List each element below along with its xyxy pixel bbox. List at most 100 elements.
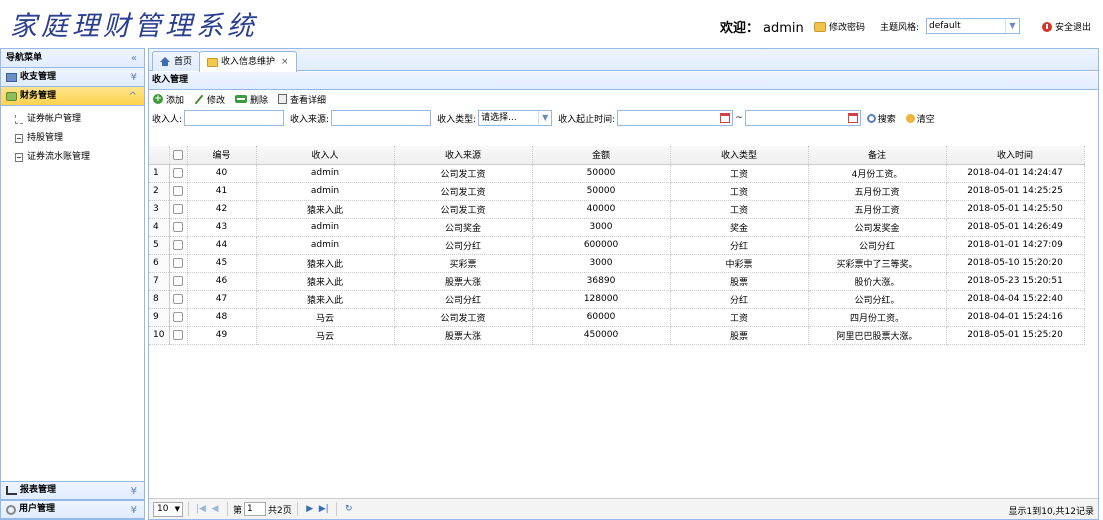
sidebar-section-income-expense[interactable]: 收支管理 ¥: [1, 68, 144, 87]
row-select-cell[interactable]: [169, 236, 188, 255]
column-header[interactable]: 收入人: [256, 146, 395, 165]
row-select-cell[interactable]: [169, 326, 188, 345]
sidebar-section-label: 报表管理: [20, 485, 57, 495]
change-password-link[interactable]: 修改密码: [814, 20, 865, 33]
table-row[interactable]: 5 44 admin 公司分红 600000 分红 公司分红 2018-01-01 14:27…: [149, 236, 1085, 255]
income-grid: 编号 收入人 收入来源 金额 收入类型 备注 收入时间 1 40 admin 公司发工…: [149, 146, 1098, 345]
row-checkbox[interactable]: [173, 203, 183, 214]
username: admin: [763, 21, 804, 36]
column-header[interactable]: 备注: [808, 146, 947, 165]
column-header[interactable]: 收入类型: [670, 146, 809, 165]
sidebar-item-holdings[interactable]: 持股管理: [1, 129, 144, 148]
expand-icon[interactable]: ¥: [131, 482, 137, 501]
sidebar-item-label: 证券流水账管理: [27, 152, 91, 162]
table-cell: 2018-04-01 15:24:16: [946, 308, 1085, 327]
table-row[interactable]: 3 42 猿来入此 公司发工资 40000 工资 五月份工资 2018-05-01 14:25…: [149, 200, 1085, 219]
table-cell: 60000: [532, 308, 671, 327]
row-select-cell[interactable]: [169, 272, 188, 291]
tree-leaf-icon: [15, 115, 23, 124]
row-select-cell[interactable]: [169, 308, 188, 327]
start-time-input[interactable]: [617, 110, 734, 126]
table-row[interactable]: 4 43 admin 公司奖金 3000 奖金 公司发奖金 2018-05-01 14:26:…: [149, 218, 1085, 237]
table-row[interactable]: 1 40 admin 公司发工资 50000 工资 4月份工资。 2018-04-01 14:…: [149, 164, 1085, 183]
calendar-icon[interactable]: [847, 113, 858, 123]
table-cell: 公司发工资: [394, 200, 533, 219]
add-button[interactable]: + 添加: [153, 93, 184, 106]
sidebar-item-securities-account[interactable]: 证券帐户管理: [1, 110, 144, 129]
expand-icon[interactable]: ¥: [131, 501, 137, 520]
clear-button[interactable]: 清空: [905, 112, 935, 125]
page-size-select[interactable]: 10 ▼: [153, 501, 183, 517]
collapse-left-icon[interactable]: «: [131, 49, 137, 68]
expand-icon[interactable]: ¥: [131, 68, 137, 87]
row-select-cell[interactable]: [169, 254, 188, 273]
edit-button[interactable]: 修改: [194, 93, 225, 106]
table-cell: 五月份工资: [808, 200, 947, 219]
theme-select[interactable]: default ▼: [926, 18, 1020, 34]
last-page-icon[interactable]: ▶|: [317, 504, 331, 514]
sidebar-section-finance[interactable]: 财务管理 ^: [1, 87, 144, 106]
edit-label: 修改: [207, 95, 226, 106]
search-button[interactable]: 搜索: [866, 112, 896, 125]
table-row[interactable]: 2 41 admin 公司发工资 50000 工资 五月份工资 2018-05-01 14:2…: [149, 182, 1085, 201]
collapse-icon[interactable]: ^: [129, 87, 137, 106]
row-checkbox[interactable]: [173, 167, 183, 178]
tab-home[interactable]: 首页: [152, 51, 201, 71]
pencil-icon: [194, 94, 204, 104]
row-checkbox[interactable]: [173, 257, 183, 268]
calendar-icon[interactable]: [720, 113, 731, 123]
row-checkbox[interactable]: [173, 311, 183, 322]
type-select[interactable]: 请选择... ▼: [478, 110, 553, 126]
row-select-cell[interactable]: [169, 218, 188, 237]
chevron-down-icon[interactable]: ▼: [1005, 19, 1019, 33]
source-input[interactable]: [331, 110, 432, 126]
sidebar-item-securities-ledger[interactable]: 证券流水账管理: [1, 148, 144, 167]
next-page-icon[interactable]: ▶: [303, 504, 317, 514]
row-select-cell[interactable]: [169, 200, 188, 219]
page-number-input[interactable]: 1: [244, 502, 267, 516]
prev-page-icon[interactable]: ◀: [208, 504, 222, 514]
row-checkbox[interactable]: [173, 221, 183, 232]
column-header[interactable]: 收入时间: [946, 146, 1085, 165]
table-row[interactable]: 10 49 马云 股票大涨 450000 股票 阿里巴巴股票大涨。 2018-05-01 15…: [149, 326, 1085, 345]
sidebar-section-reports[interactable]: 报表管理 ¥: [1, 481, 144, 500]
view-detail-button[interactable]: 查看详细: [278, 93, 326, 106]
table-cell: 2018-04-01 14:24:47: [946, 164, 1085, 183]
payer-input[interactable]: [184, 110, 285, 126]
delete-button[interactable]: 删除: [235, 93, 268, 106]
table-row[interactable]: 6 45 猿来入此 买彩票 3000 中彩票 买彩票中了三等奖。 2018-05-10 15:…: [149, 254, 1085, 273]
column-header[interactable]: 金额: [532, 146, 671, 165]
table-cell: 工资: [670, 200, 809, 219]
table-cell: 3000: [532, 218, 671, 237]
tab-income-maintenance[interactable]: 收入信息维护 ×: [199, 51, 297, 72]
gear-icon: [6, 504, 16, 515]
range-separator: ~: [735, 113, 743, 123]
table-cell: 奖金: [670, 218, 809, 237]
end-time-input[interactable]: [744, 110, 861, 126]
row-checkbox[interactable]: [173, 239, 183, 250]
table-cell: 公司发工资: [394, 308, 533, 327]
logout-link[interactable]: 安全退出: [1042, 20, 1091, 33]
column-header[interactable]: 收入来源: [394, 146, 533, 165]
row-checkbox[interactable]: [173, 293, 183, 304]
chevron-down-icon[interactable]: ▼: [538, 111, 551, 125]
row-checkbox[interactable]: [173, 275, 183, 286]
close-icon[interactable]: ×: [281, 53, 289, 71]
table-row[interactable]: 9 48 马云 公司发工资 60000 工资 四月份工资。 2018-04-01 15:24:…: [149, 308, 1085, 327]
refresh-icon[interactable]: ↻: [342, 504, 356, 514]
sidebar-section-users[interactable]: 用户管理 ¥: [1, 500, 144, 519]
row-select-cell[interactable]: [169, 182, 188, 201]
table-cell: 阿里巴巴股票大涨。: [808, 326, 947, 345]
select-all-checkbox[interactable]: [173, 149, 183, 160]
row-checkbox[interactable]: [173, 329, 183, 340]
table-row[interactable]: 8 47 猿来入此 公司分红 128000 分红 公司分红。 2018-04-04 15:22…: [149, 290, 1085, 309]
total-pages: 共2页: [268, 505, 292, 516]
row-select-cell[interactable]: [169, 164, 188, 183]
row-select-cell[interactable]: [169, 290, 188, 309]
first-page-icon[interactable]: |◀: [194, 504, 208, 514]
row-checkbox[interactable]: [173, 185, 183, 196]
table-row[interactable]: 7 46 猿来入此 股票大涨 36890 股票 股价大涨。 2018-05-23 15:20:…: [149, 272, 1085, 291]
select-all-header[interactable]: [169, 146, 188, 165]
column-header[interactable]: 编号: [187, 146, 257, 165]
table-cell: 2018-05-01 14:25:25: [946, 182, 1085, 201]
